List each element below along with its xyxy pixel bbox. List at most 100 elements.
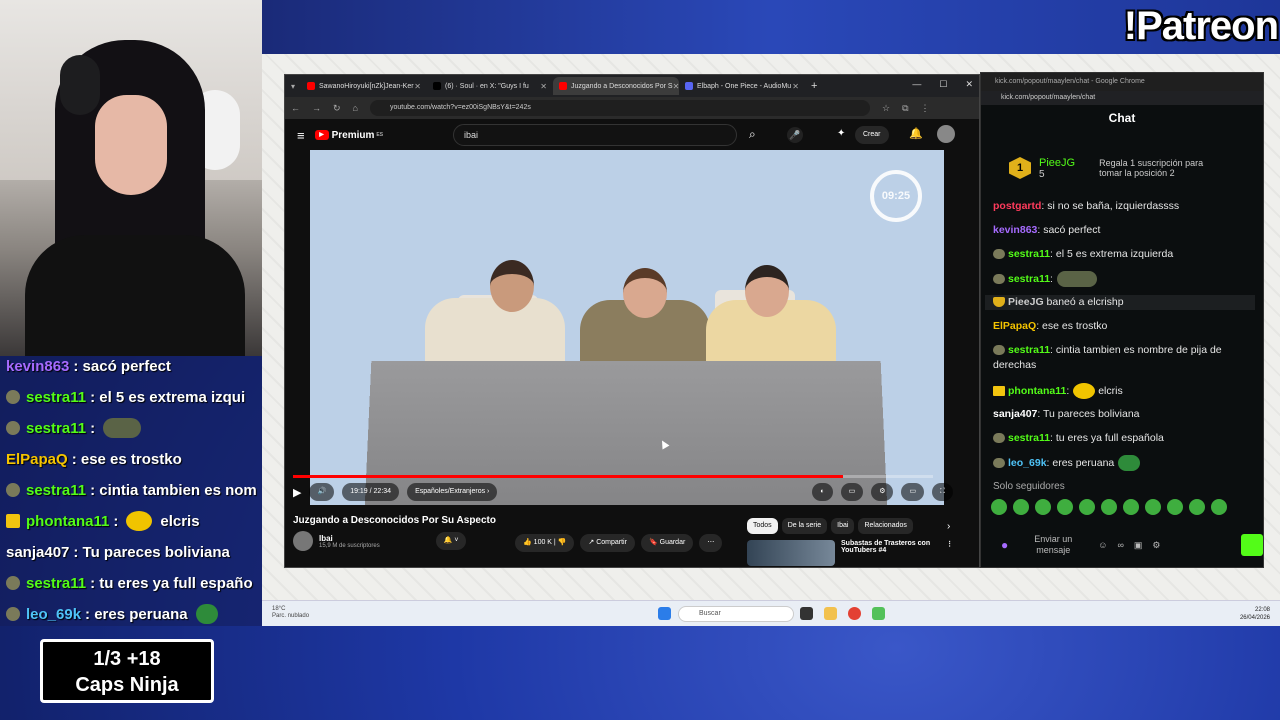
notifications-bell-icon[interactable]: 🔔 bbox=[909, 127, 923, 140]
tab-list-icon[interactable]: ▾ bbox=[285, 82, 301, 91]
browser-tab[interactable]: Elbaph - One Piece - AudioMu ✕ bbox=[679, 77, 805, 95]
close-window-icon[interactable]: ✕ bbox=[965, 79, 973, 90]
channel-avatar[interactable] bbox=[293, 531, 313, 551]
chat-input[interactable]: Enviar un mensaje bbox=[1018, 534, 1088, 556]
tab-strip: ▾ SawanoHiroyuki[nZk]Jean-Ker ✕ (6) · Soul… bbox=[285, 75, 979, 97]
file-explorer-icon[interactable] bbox=[824, 607, 837, 620]
recommended-video[interactable]: Subastas de Trasteros con YouTubers #4 ⋮ bbox=[747, 540, 953, 566]
like-button[interactable]: 👍 100 K | 👎 bbox=[515, 534, 575, 552]
emote-icon[interactable] bbox=[991, 499, 1007, 515]
emote-icon[interactable] bbox=[1101, 499, 1117, 515]
theater-mode-icon[interactable]: ▭ bbox=[901, 483, 925, 501]
emote-icon[interactable] bbox=[1211, 499, 1227, 515]
forward-icon[interactable]: → bbox=[312, 103, 321, 113]
reload-icon[interactable]: ↻ bbox=[333, 103, 341, 114]
emoji-icon[interactable]: ☺ bbox=[1098, 540, 1107, 550]
recommended-title-line2: YouTubers #4 bbox=[841, 547, 887, 554]
filter-chip[interactable]: Relacionados bbox=[858, 518, 913, 534]
filter-chip[interactable]: Ibai bbox=[831, 518, 855, 534]
notifications-subscribe-button[interactable]: 🔔 ˅ bbox=[435, 532, 467, 550]
chat-username[interactable]: phontana11 bbox=[1008, 385, 1066, 397]
emote-icon[interactable] bbox=[1145, 499, 1161, 515]
kick-app-icon[interactable] bbox=[872, 607, 885, 620]
voice-search-icon[interactable]: 🎤 bbox=[787, 127, 803, 143]
emote-icon[interactable] bbox=[1167, 499, 1183, 515]
creator-icon[interactable]: ✦ bbox=[837, 128, 845, 139]
home-icon[interactable]: ⌂ bbox=[353, 103, 358, 113]
chat-username[interactable]: sestra11 bbox=[1008, 248, 1050, 260]
volume-icon[interactable]: 🔊 bbox=[309, 483, 335, 501]
browser-tab[interactable]: Juzgando a Desconocidos Por S ✕ bbox=[553, 77, 679, 95]
create-button[interactable]: Crear bbox=[855, 126, 889, 144]
video-player[interactable]: 09:25 bbox=[310, 150, 944, 505]
close-tab-icon[interactable]: ✕ bbox=[792, 82, 799, 91]
weather-widget[interactable]: 18°C Parc. nublado bbox=[272, 606, 309, 620]
save-button[interactable]: 🔖 Guardar bbox=[640, 534, 694, 552]
browser-tab[interactable]: SawanoHiroyuki[nZk]Jean-Ker ✕ bbox=[301, 77, 427, 95]
filter-chip[interactable]: De la serie bbox=[781, 518, 828, 534]
chat-username[interactable]: sestra11 bbox=[1008, 432, 1050, 444]
youtube-logo[interactable]: ▶ Premium ES bbox=[314, 130, 383, 141]
chat-username[interactable]: sestra11 bbox=[1008, 344, 1050, 356]
browser-tab[interactable]: (6) · Soul · en X: "Guys I fu ✕ bbox=[427, 77, 553, 95]
mic-icon[interactable]: ● bbox=[1001, 538, 1008, 552]
new-tab-icon[interactable]: + bbox=[811, 80, 817, 92]
pinned-user[interactable]: PieeJG bbox=[1039, 157, 1075, 169]
subtitles-icon[interactable]: ▭ bbox=[840, 483, 864, 501]
taskbar-search[interactable]: Buscar bbox=[678, 606, 794, 622]
more-actions-icon[interactable]: ⋯ bbox=[699, 534, 723, 552]
close-tab-icon[interactable]: ✕ bbox=[540, 82, 547, 91]
maximize-icon[interactable]: ☐ bbox=[939, 79, 947, 90]
pinned-count: 5 bbox=[1039, 168, 1045, 180]
chat-settings-icon[interactable]: ⚙ bbox=[1152, 540, 1160, 551]
play-icon[interactable]: ▶ bbox=[293, 486, 301, 499]
emote-bar bbox=[991, 499, 1227, 515]
chapter-button[interactable]: Españoles/Extranjeros › bbox=[407, 483, 498, 501]
gift-icon[interactable]: ▣ bbox=[1134, 540, 1143, 551]
overlay-chat-text: : cintia tambien es nom bbox=[90, 481, 257, 499]
chips-next-icon[interactable]: › bbox=[947, 521, 950, 532]
share-button[interactable]: ↗ Compartir bbox=[580, 534, 635, 552]
task-view-icon[interactable] bbox=[800, 607, 813, 620]
chat-username[interactable]: leo_69k bbox=[1008, 457, 1047, 469]
back-icon[interactable]: ← bbox=[291, 103, 300, 113]
chat-username[interactable]: PieeJG bbox=[1008, 296, 1044, 308]
chat-username[interactable]: sestra11 bbox=[1008, 273, 1050, 285]
progress-bar[interactable] bbox=[293, 475, 933, 478]
channel-name[interactable]: Ibai bbox=[319, 534, 380, 543]
tab-label: Juzgando a Desconocidos Por S bbox=[571, 82, 673, 90]
taskbar-clock[interactable]: 22:08 26/04/2026 bbox=[1240, 606, 1270, 622]
fullscreen-icon[interactable]: ⛶ bbox=[932, 483, 953, 501]
address-bar[interactable]: youtube.com/watch?v=ez00iSgNBsY&t=242s bbox=[369, 100, 870, 116]
settings-gear-icon[interactable]: ⚙ bbox=[871, 483, 894, 501]
account-avatar[interactable] bbox=[937, 125, 955, 143]
minimize-icon[interactable]: — bbox=[912, 79, 921, 90]
chrome-icon[interactable] bbox=[848, 607, 861, 620]
emote-icon[interactable] bbox=[1057, 499, 1073, 515]
extensions-icon[interactable]: ⧉ bbox=[902, 103, 908, 114]
kick-url-bar[interactable]: kick.com/popout/maaylen/chat bbox=[981, 91, 1263, 105]
chat-username[interactable]: postgartd bbox=[993, 200, 1041, 212]
chat-tools-icon[interactable]: ∞ bbox=[1117, 540, 1123, 550]
emote-icon[interactable] bbox=[1035, 499, 1051, 515]
filter-chip[interactable]: Todos bbox=[747, 518, 778, 534]
gift-prompt[interactable]: Regala 1 suscripción para tomar la posic… bbox=[1099, 158, 1203, 178]
chat-username[interactable]: kevin863 bbox=[993, 224, 1037, 236]
emote-icon[interactable] bbox=[1079, 499, 1095, 515]
send-button[interactable] bbox=[1241, 534, 1263, 556]
chat-username[interactable]: sanja407 bbox=[993, 408, 1037, 420]
search-input[interactable]: ibai bbox=[453, 124, 737, 146]
autoplay-toggle[interactable]: ◐ bbox=[812, 483, 833, 501]
start-icon[interactable] bbox=[658, 607, 671, 620]
hamburger-menu-icon[interactable]: ≡ bbox=[297, 128, 305, 143]
bookmark-star-icon[interactable]: ☆ bbox=[882, 103, 890, 114]
close-tab-icon[interactable]: ✕ bbox=[414, 82, 421, 91]
recommended-more-icon[interactable]: ⋮ bbox=[946, 540, 953, 566]
emote-icon[interactable] bbox=[1189, 499, 1205, 515]
overlay-chat-text: : bbox=[113, 512, 119, 530]
emote-icon[interactable] bbox=[1013, 499, 1029, 515]
search-icon[interactable]: ⌕ bbox=[749, 127, 756, 142]
browser-menu-icon[interactable]: ⋮ bbox=[921, 103, 930, 114]
chat-username[interactable]: ElPapaQ bbox=[993, 320, 1036, 332]
emote-icon[interactable] bbox=[1123, 499, 1139, 515]
